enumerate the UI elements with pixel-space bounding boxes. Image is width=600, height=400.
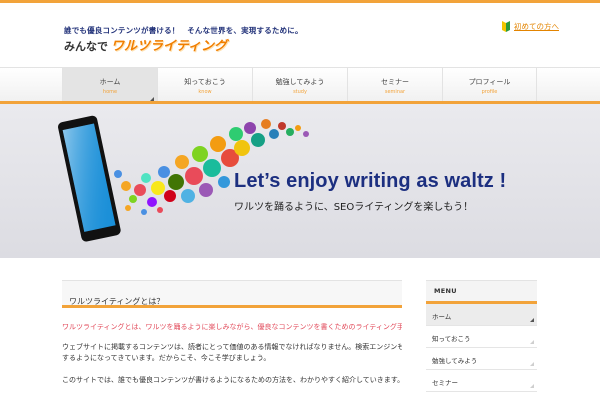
nav-label: 勉強してみよう [275, 78, 325, 86]
tablet-icon [58, 115, 121, 242]
beginner-link-group[interactable]: 初めての方へ [502, 21, 559, 32]
site-header: 誰でも優良コンテンツが書ける！ そんな世界を、実現するために。 みんなで ワルツ… [0, 3, 600, 67]
sidebar-item-label: ホーム [432, 313, 452, 321]
body-paragraph-line: ウェブサイトに掲載するコンテンツは、読者にとって価値のある情報でなければなりませ… [62, 343, 402, 351]
logo-prefix: みんなで [64, 40, 108, 53]
site-logo[interactable]: みんなで ワルツライティング [64, 38, 227, 54]
nav-sub-label: know [198, 89, 212, 95]
nav-sub-label: home [102, 89, 118, 95]
body-paragraph-2: このサイトでは、誰でも優良コンテンツが書けるようになるための方法を、わかりやすく… [62, 376, 402, 384]
sidebar-item-home[interactable]: ホーム [426, 304, 537, 326]
corner-triangle-icon [530, 384, 534, 388]
section-heading-box: ワルツライティングとは？ [62, 280, 402, 308]
sidebar-item-label: セミナー [432, 379, 458, 387]
body-paragraph: ウェブサイトに掲載するコンテンツは、読者にとって価値のある情報でなければなりませ… [62, 342, 402, 364]
page: 誰でも優良コンテンツが書ける！ そんな世界を、実現するために。 みんなで ワルツ… [0, 0, 600, 400]
nav-sub-label: study [293, 89, 307, 95]
nav-label: セミナー [381, 78, 409, 86]
sidebar-item-seminar[interactable]: セミナー [426, 370, 537, 392]
sidebar-item-label: 知っておこう [432, 335, 471, 343]
nav-sub-label: seminar [384, 89, 406, 95]
corner-triangle-icon [530, 318, 534, 322]
sidebar-menu: MENU ホーム 知っておこう 勉強してみよう セミナー [426, 280, 537, 392]
nav-label: ホーム [99, 78, 121, 86]
logo-main: ワルツライティング [111, 39, 227, 54]
nav-item-home[interactable]: ホーム home [62, 68, 157, 104]
section-heading: ワルツライティングとは？ [69, 297, 165, 306]
corner-triangle-icon [530, 340, 534, 344]
sidebar-item-label: 勉強してみよう [432, 357, 478, 365]
corner-triangle-icon [530, 362, 534, 366]
sidebar-item-study[interactable]: 勉強してみよう [426, 348, 537, 370]
nav-item-profile[interactable]: プロフィール profile [442, 68, 537, 104]
sidebar-item-know[interactable]: 知っておこう [426, 326, 537, 348]
nav-sub-label: profile [481, 89, 498, 95]
nav-label: 知っておこう [184, 78, 226, 86]
hero-subtitle: ワルツを踊るように、SEOライティングを楽しもう！ [234, 202, 474, 213]
intro-paragraph: ワルツライティングとは、ワルツを踊るように楽しみながら、優良なコンテンツを書くた… [62, 323, 402, 331]
nav-label: プロフィール [468, 78, 511, 86]
main-content: ワルツライティングとは？ ワルツライティングとは、ワルツを踊るように楽しみながら… [62, 280, 402, 385]
nav-item-study[interactable]: 勉強してみよう study [252, 68, 347, 104]
nav-item-seminar[interactable]: セミナー seminar [347, 68, 442, 104]
beginner-link[interactable]: 初めての方へ [514, 21, 559, 32]
nav-item-know[interactable]: 知っておこう know [157, 68, 252, 104]
global-nav: ホーム home 知っておこう know 勉強してみよう study セミナー … [0, 67, 600, 104]
sidebar-title: MENU [426, 280, 537, 304]
hero-banner: Let’s enjoy writing as waltz ! ワルツを踊るように… [0, 104, 600, 258]
body-paragraph-line: するようになってきています。だからこそ、今こそ学びましょう。 [62, 354, 271, 362]
beginner-mark-icon [502, 21, 510, 32]
hero-title: Let’s enjoy writing as waltz ! [234, 170, 507, 192]
